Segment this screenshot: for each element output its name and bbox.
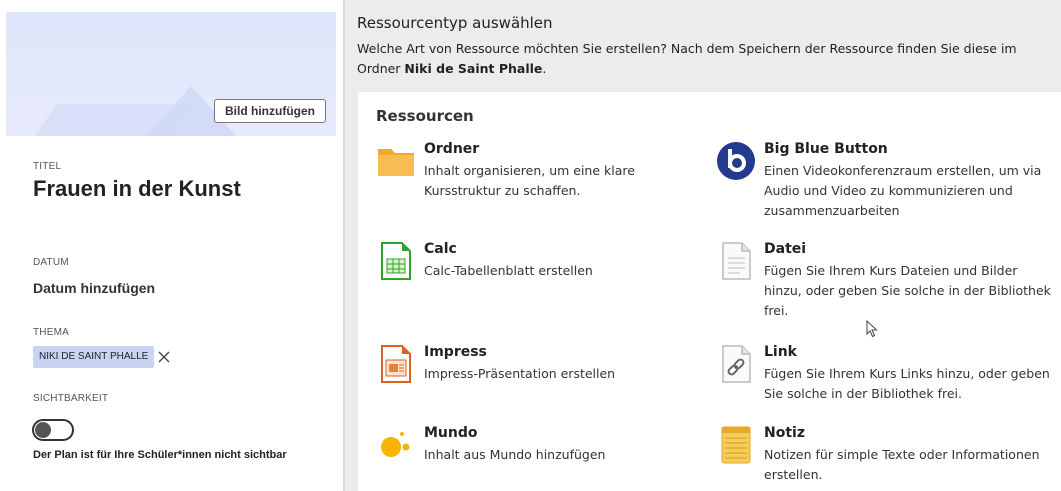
resource-impress[interactable]: Impress Impress-Präsentation erstellen	[376, 344, 696, 392]
remove-theme-icon[interactable]	[153, 346, 175, 368]
file-icon	[722, 242, 751, 280]
resource-name: Calc	[424, 241, 457, 257]
mundo-icon	[381, 432, 410, 457]
cover-image-area: Bild hinzufügen	[6, 12, 336, 136]
calc-icon	[381, 242, 411, 280]
panel-title: Ressourcentyp auswählen	[357, 14, 553, 32]
visibility-status-text: Der Plan ist für Ihre Schüler*innen nich…	[33, 449, 287, 461]
bigbluebutton-icon	[717, 142, 755, 180]
resource-mundo[interactable]: Mundo Inhalt aus Mundo hinzufügen	[376, 425, 696, 473]
resource-description: Notizen für simple Texte oder Informatio…	[764, 447, 1040, 482]
note-icon	[721, 426, 751, 464]
date-label: DATUM	[33, 257, 69, 268]
resource-name: Big Blue Button	[764, 141, 888, 157]
resource-type-panel: Ressourcentyp auswählen Welche Art von R…	[345, 0, 1061, 491]
resource-description: Fügen Sie Ihrem Kurs Dateien und Bilder …	[764, 263, 1051, 318]
add-image-button[interactable]: Bild hinzufügen	[214, 99, 326, 123]
resource-description: Einen Videokonferenzraum erstellen, um v…	[764, 163, 1042, 218]
resource-description: Inhalt aus Mundo hinzufügen	[424, 447, 606, 462]
resource-file[interactable]: Datei Fügen Sie Ihrem Kurs Dateien und B…	[716, 241, 1061, 318]
folder-icon	[378, 149, 414, 176]
mouse-cursor-icon	[866, 320, 878, 338]
resource-calc[interactable]: Calc Calc-Tabellenblatt erstellen	[376, 241, 696, 289]
visibility-toggle[interactable]	[32, 419, 74, 441]
resources-card: Ressourcen Ordner Inhalt organisieren, u…	[358, 92, 1061, 491]
resource-description: Fügen Sie Ihrem Kurs Links hinzu, oder g…	[764, 366, 1050, 401]
toggle-knob	[35, 422, 51, 438]
resource-name: Mundo	[424, 425, 478, 441]
resource-description: Impress-Präsentation erstellen	[424, 366, 616, 381]
title-label: TITEL	[33, 161, 62, 172]
visibility-label: SICHTBARKEIT	[33, 393, 109, 404]
resource-bigbluebutton[interactable]: Big Blue Button Einen Videokonferenzraum…	[716, 141, 1061, 218]
resource-description: Calc-Tabellenblatt erstellen	[424, 263, 593, 278]
link-icon	[722, 345, 751, 383]
plan-details-panel: Bild hinzufügen TITEL Frauen in der Kuns…	[0, 0, 343, 491]
add-date-link[interactable]: Datum hinzufügen	[33, 280, 155, 296]
theme-chip: NIKI DE SAINT PHALLE	[33, 346, 155, 368]
description-end: .	[542, 61, 547, 76]
resource-name: Link	[764, 344, 797, 360]
resource-name: Ordner	[424, 141, 480, 157]
resources-heading: Ressourcen	[376, 107, 474, 125]
theme-label: THEMA	[33, 327, 69, 338]
resource-link[interactable]: Link Fügen Sie Ihrem Kurs Links hinzu, o…	[716, 344, 1061, 404]
resource-description: Inhalt organisieren, um eine klare Kurss…	[424, 163, 635, 198]
plan-title[interactable]: Frauen in der Kunst	[33, 176, 241, 202]
resource-note[interactable]: Notiz Notizen für simple Texte oder Info…	[716, 425, 1061, 485]
panel-description: Welche Art von Ressource möchten Sie ers…	[357, 39, 1061, 79]
resource-folder[interactable]: Ordner Inhalt organisieren, um eine klar…	[376, 141, 696, 198]
folder-name: Niki de Saint Phalle	[404, 61, 543, 76]
resource-name: Impress	[424, 344, 487, 360]
resource-name: Datei	[764, 241, 807, 257]
impress-icon	[381, 345, 411, 383]
resource-name: Notiz	[764, 425, 805, 441]
